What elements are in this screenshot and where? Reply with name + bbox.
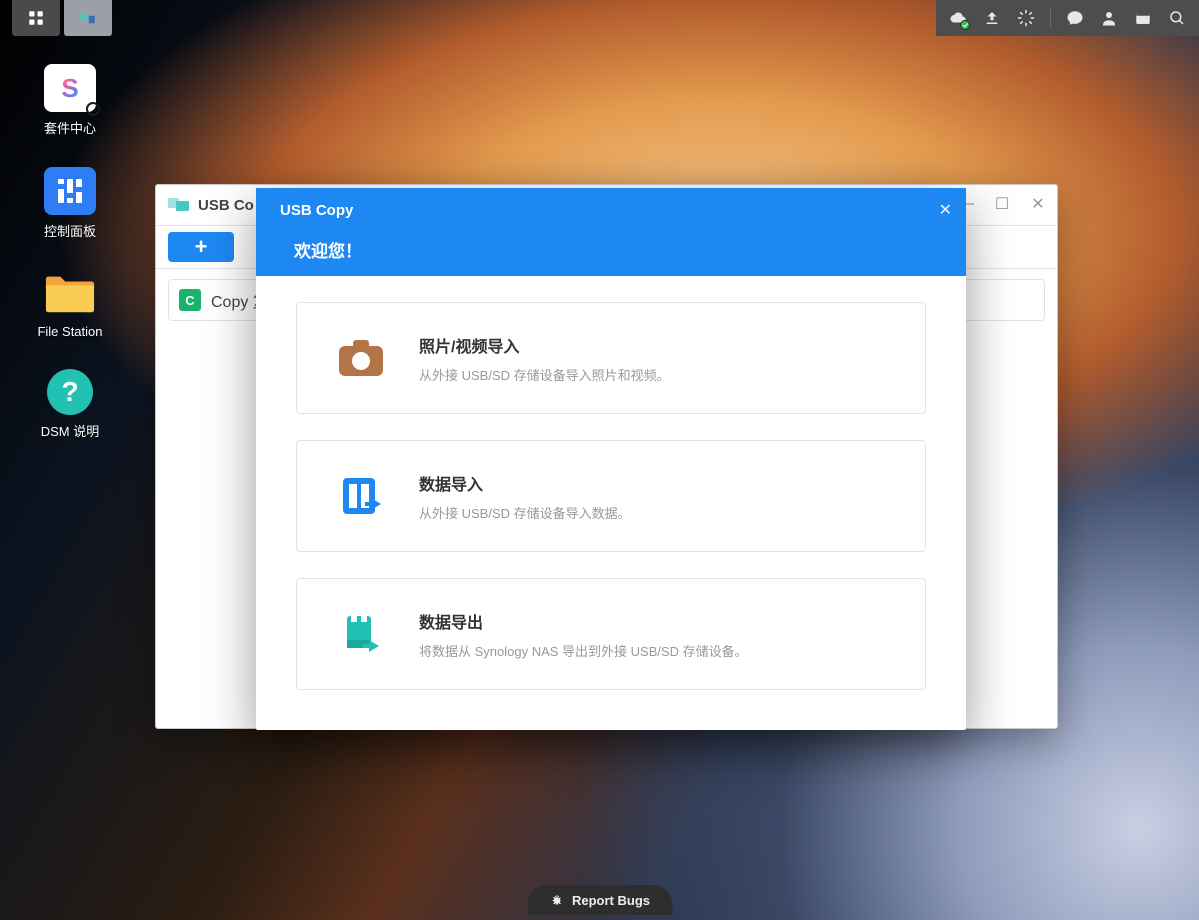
report-bugs-button[interactable]: Report Bugs: [527, 885, 672, 915]
modal-header: USB Copy 欢迎您！: [256, 188, 966, 276]
card-desc: 从外接 USB/SD 存储设备导入照片和视频。: [419, 365, 670, 384]
desktop-icon-label: DSM 说明: [41, 421, 100, 440]
search-icon[interactable]: [1163, 4, 1191, 32]
card-desc: 将数据从 Synology NAS 导出到外接 USB/SD 存储设备。: [419, 641, 748, 660]
dashboard-icon[interactable]: [1129, 4, 1157, 32]
app-folder-icon: [168, 194, 190, 216]
window-title: USB Co: [198, 197, 254, 214]
task-status-icon: C: [179, 289, 201, 311]
modal-close-button[interactable]: ✕: [939, 200, 952, 220]
window-controls: — ☐ ✕: [953, 191, 1051, 217]
export-icon: [333, 606, 389, 662]
desktop-icon-label: File Station: [37, 324, 102, 339]
system-tray: [936, 0, 1199, 36]
cloud-status-icon[interactable]: [944, 4, 972, 32]
card-title: 数据导入: [419, 471, 631, 495]
desktop-icon-label: 套件中心: [44, 118, 96, 137]
loading-spinner-icon[interactable]: [1012, 4, 1040, 32]
add-button[interactable]: +: [168, 232, 234, 262]
desktop-icons: S 套件中心 控制面板 File Station ? DSM 说明: [22, 64, 118, 440]
upload-icon[interactable]: [978, 4, 1006, 32]
card-desc: 从外接 USB/SD 存储设备导入数据。: [419, 503, 631, 522]
main-menu-button[interactable]: [12, 0, 60, 36]
desktop-icon-file-station[interactable]: File Station: [22, 270, 118, 339]
help-icon: ?: [47, 369, 93, 415]
taskbar-app-usbcopy[interactable]: [64, 0, 112, 36]
taskbar-left: [12, 0, 116, 36]
desktop-icon-control-panel[interactable]: 控制面板: [22, 167, 118, 240]
card-photo-import[interactable]: 照片/视频导入 从外接 USB/SD 存储设备导入照片和视频。: [296, 302, 926, 414]
modal-body: 照片/视频导入 从外接 USB/SD 存储设备导入照片和视频。 数据导入 从外接…: [256, 276, 966, 716]
card-title: 数据导出: [419, 609, 748, 633]
messages-icon[interactable]: [1061, 4, 1089, 32]
desktop: S 套件中心 控制面板 File Station ? DSM 说明 USB Co: [0, 0, 1199, 920]
import-icon: [333, 468, 389, 524]
window-maximize-button[interactable]: ☐: [989, 191, 1015, 217]
welcome-modal: USB Copy 欢迎您！ ✕ 照片/视频导入 从外接 USB/SD 存储设备导…: [256, 188, 966, 730]
camera-icon: [333, 330, 389, 386]
user-icon[interactable]: [1095, 4, 1123, 32]
modal-subtitle: 欢迎您！: [280, 237, 942, 262]
desktop-icon-help[interactable]: ? DSM 说明: [22, 369, 118, 440]
card-data-export[interactable]: 数据导出 将数据从 Synology NAS 导出到外接 USB/SD 存储设备…: [296, 578, 926, 690]
bug-icon: [549, 893, 564, 908]
window-close-button[interactable]: ✕: [1025, 191, 1051, 217]
desktop-icon-label: 控制面板: [44, 221, 96, 240]
desktop-icon-package-center[interactable]: S 套件中心: [22, 64, 118, 137]
modal-title: USB Copy: [280, 202, 942, 219]
card-title: 照片/视频导入: [419, 333, 670, 357]
report-bugs-label: Report Bugs: [572, 893, 650, 908]
card-data-import[interactable]: 数据导入 从外接 USB/SD 存储设备导入数据。: [296, 440, 926, 552]
